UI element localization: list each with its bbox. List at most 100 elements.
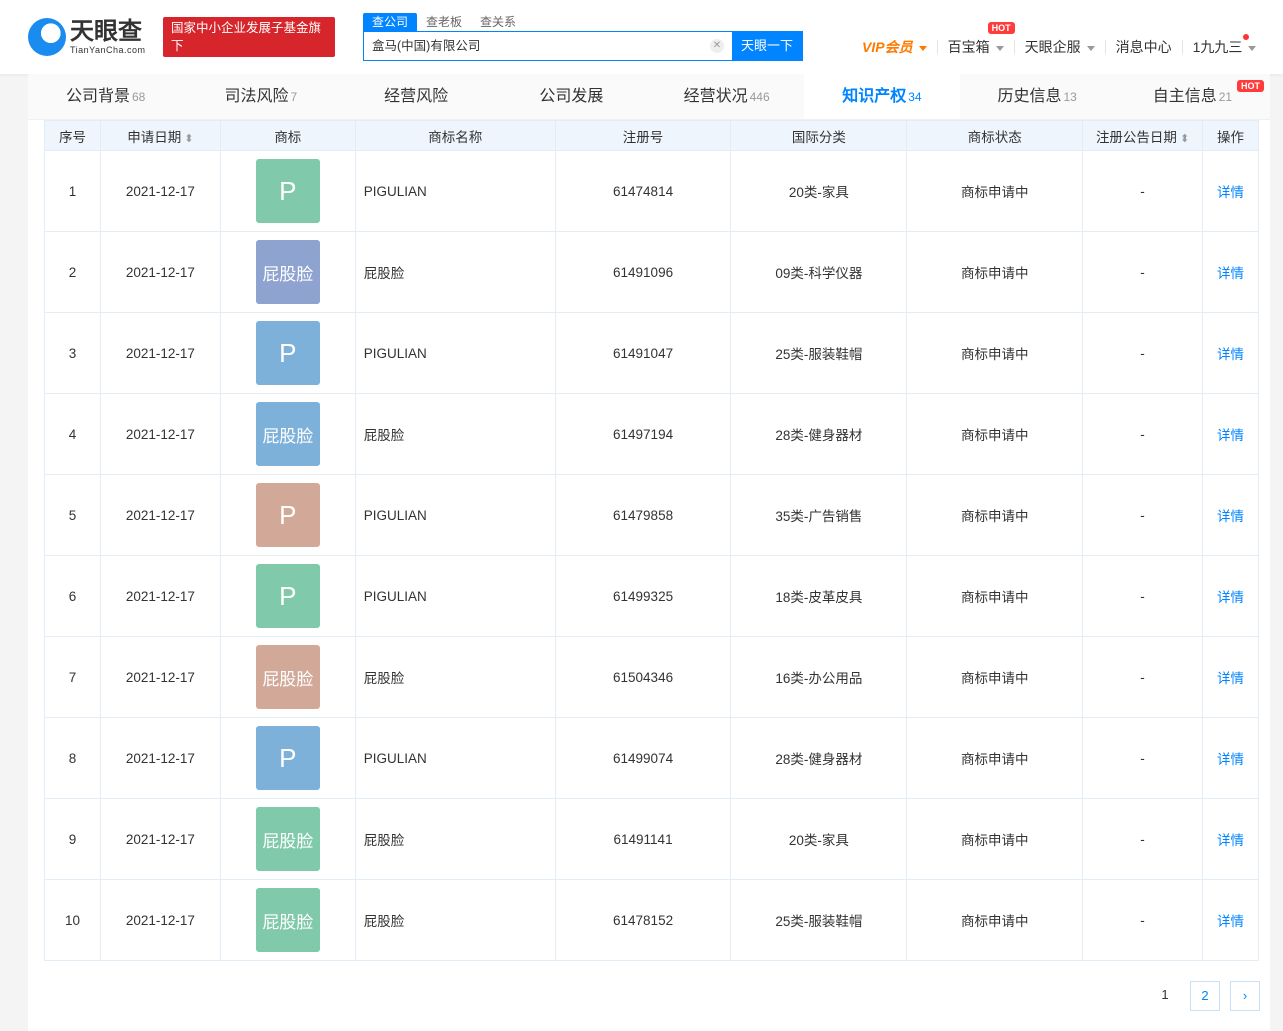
service-menu[interactable]: 天眼企服 [1025,37,1095,57]
message-center[interactable]: 消息中心 [1116,37,1172,57]
vip-menu[interactable]: VIP会员 [862,37,927,57]
table-row: 9 2021-12-17 屁股脸 屁股脸 61491141 20类-家具 商标申… [44,798,1260,880]
search-tab-boss[interactable]: 查老板 [417,13,471,31]
detail-link[interactable]: 详情 [1217,914,1244,929]
international-class: 35类-广告销售 [730,474,908,556]
page-2[interactable]: 2 [1190,981,1220,1011]
trademark-name: PIGULIAN [354,312,556,394]
registration-number: 61497194 [554,393,732,475]
international-class: 28类-健身器材 [730,717,908,799]
tab-count: 68 [131,90,146,104]
sort-icon[interactable]: ⬍ [184,133,193,145]
search-button[interactable]: 天眼一下 [732,32,802,60]
chevron-down-icon [995,45,1004,51]
detail-link[interactable]: 详情 [1217,752,1244,767]
toolbox-menu[interactable]: 百宝箱 HOT [948,22,1015,57]
column-header[interactable]: 注册公告日期 ⬍ [1082,120,1203,151]
table-row: 5 2021-12-17 P PIGULIAN 61479858 35类-广告销… [44,474,1260,556]
column-header: 商标 [219,120,356,151]
detail-link[interactable]: 详情 [1217,185,1244,200]
search-input[interactable]: 盒马(中国)有限公司 ✕ [364,32,732,60]
table-row: 7 2021-12-17 屁股脸 屁股脸 61504346 16类-办公用品 商… [44,636,1260,718]
chevron-down-icon [1248,45,1257,51]
publication-date: - [1082,717,1203,799]
detail-link[interactable]: 详情 [1217,671,1244,686]
row-number: 6 [44,555,101,637]
apply-date: 2021-12-17 [99,393,221,475]
column-header: 操作 [1201,120,1260,151]
detail-link[interactable]: 详情 [1217,347,1244,362]
table-row: 8 2021-12-17 P PIGULIAN 61499074 28类-健身器… [44,717,1260,799]
page-1[interactable]: 1 [1150,981,1180,1011]
row-number: 7 [44,636,101,718]
international-class: 25类-服装鞋帽 [730,879,908,961]
trademark-image[interactable]: 屁股脸 [255,807,320,871]
detail-link[interactable]: 详情 [1217,428,1244,443]
trademark-status: 商标申请中 [906,150,1084,232]
trademark-image[interactable]: 屁股脸 [255,645,320,709]
tab-label: 经营风险 [384,88,449,105]
detail-link[interactable]: 详情 [1217,509,1244,524]
trademark-image[interactable]: P [255,564,320,628]
trademark-image[interactable]: P [255,483,320,547]
official-badge[interactable]: 国家中小企业发展子基金旗下 官方备案企业征信机构 [163,17,335,71]
logo[interactable]: 天眼查 TianYanCha.com [28,18,146,56]
table-row: 3 2021-12-17 P PIGULIAN 61491047 25类-服装鞋… [44,312,1260,394]
row-number: 10 [44,879,101,961]
apply-date: 2021-12-17 [99,231,221,313]
tab-label: 司法风险 [224,88,289,105]
trademark-status: 商标申请中 [906,717,1084,799]
detail-link[interactable]: 详情 [1217,833,1244,848]
publication-date: - [1082,474,1203,556]
next-page-icon[interactable]: › [1230,981,1260,1011]
tab-4[interactable]: 经营状况 446 [649,74,804,119]
main-content: 公司背景 68 司法风险 7 经营风险 公司发展 经营状况 446 知识产权 34 历史信息 13 自主… [28,74,1270,1031]
tab-7[interactable]: 自主信息 21 HOT [1115,74,1270,119]
sort-icon[interactable]: ⬍ [1180,133,1189,145]
publication-date: - [1082,231,1203,313]
tab-0[interactable]: 公司背景 68 [28,74,183,119]
tab-2[interactable]: 经营风险 [339,74,494,119]
clear-icon[interactable]: ✕ [710,39,724,53]
user-menu[interactable]: 1九九三 [1193,34,1257,57]
table-row: 10 2021-12-17 屁股脸 屁股脸 61478152 25类-服装鞋帽 … [44,879,1260,961]
trademark-image[interactable]: P [255,726,320,790]
search-tab-company[interactable]: 查公司 [363,13,418,31]
registration-number: 61478152 [554,879,732,961]
column-header[interactable]: 申请日期 ⬍ [99,120,221,151]
tab-count: 446 [749,90,770,104]
publication-date: - [1082,555,1203,637]
trademark-status: 商标申请中 [906,636,1084,718]
tab-label: 经营状况 [683,88,748,105]
trademark-status: 商标申请中 [906,393,1084,475]
trademark-image[interactable]: 屁股脸 [255,240,320,304]
trademark-name: PIGULIAN [354,150,556,232]
search-area: 查公司 查老板 查关系 盒马(中国)有限公司 ✕ 天眼一下 [363,13,803,61]
trademark-name: 屁股脸 [354,798,556,880]
detail-link[interactable]: 详情 [1217,590,1244,605]
column-header: 序号 [44,120,101,151]
tab-count: 7 [290,90,298,104]
row-number: 5 [44,474,101,556]
trademark-image[interactable]: P [255,321,320,385]
international-class: 20类-家具 [730,150,908,232]
tab-3[interactable]: 公司发展 [494,74,649,119]
table-row: 6 2021-12-17 P PIGULIAN 61499325 18类-皮革皮… [44,555,1260,637]
detail-link[interactable]: 详情 [1217,266,1244,281]
tab-label: 自主信息 [1152,88,1217,105]
tab-count: 21 [1218,90,1233,104]
trademark-image[interactable]: 屁股脸 [255,888,320,952]
tab-5[interactable]: 知识产权 34 [804,74,960,119]
logo-domain: TianYanCha.com [70,45,146,55]
apply-date: 2021-12-17 [99,636,221,718]
international-class: 09类-科学仪器 [730,231,908,313]
top-bar: 天眼查 TianYanCha.com 国家中小企业发展子基金旗下 官方备案企业征… [0,0,1283,74]
trademark-image[interactable]: 屁股脸 [255,402,320,466]
tab-label: 知识产权 [842,88,907,105]
tab-1[interactable]: 司法风险 7 [183,74,338,119]
trademark-name: PIGULIAN [354,555,556,637]
trademark-image[interactable]: P [255,159,320,223]
trademark-name: PIGULIAN [354,717,556,799]
tab-6[interactable]: 历史信息 13 [960,74,1115,119]
search-tab-relation[interactable]: 查关系 [471,13,525,31]
